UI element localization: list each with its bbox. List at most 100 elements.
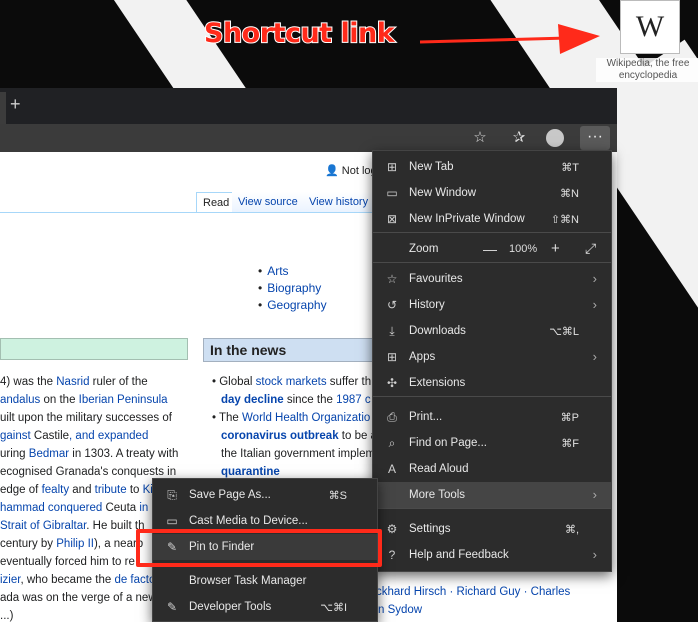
featured-text-line: Strait of Gibraltar. He built th xyxy=(0,520,144,532)
menu-item-label: Read Aloud xyxy=(409,463,469,475)
news-text: suffer th xyxy=(326,376,372,388)
favorites-icon[interactable]: ✰ xyxy=(508,128,530,148)
menu-item-history[interactable]: ↺ History › xyxy=(373,292,611,318)
browser-main-menu: ⊞ New Tab ⌘T ▭ New Window ⌘N ⊠ New InPrivate Wi… xyxy=(372,150,612,572)
article-link[interactable]: Iberian Peninsula xyxy=(79,394,168,406)
article-text: edge of xyxy=(0,484,42,496)
news-link[interactable]: quarantine xyxy=(221,466,280,478)
more-icon[interactable]: ··· xyxy=(580,126,610,150)
zoom-level: 100% xyxy=(509,243,538,255)
menu-item-label: Settings xyxy=(409,523,451,535)
menu-item-downloads[interactable]: ⤓ Downloads ⌥⌘L xyxy=(373,318,611,344)
featured-text-line: izier, who became the de facto xyxy=(0,574,155,586)
news-link[interactable]: 1987 c xyxy=(336,394,371,406)
menu-item-zoom[interactable]: Zoom — 100% + ⤢ xyxy=(373,236,611,262)
portal-link-arts[interactable]: Arts xyxy=(258,264,288,278)
menu-item-label: New Window xyxy=(409,187,477,199)
menu-item-shortcut: ⌘F xyxy=(561,438,579,450)
menu-item-new-tab[interactable]: ⊞ New Tab ⌘T xyxy=(373,154,611,180)
recent-deaths-links-2[interactable]: n Sydow xyxy=(378,604,422,616)
user-icon: 👤 xyxy=(325,165,339,177)
cast-icon: ▭ xyxy=(166,514,178,528)
news-link[interactable]: World Health Organizatio xyxy=(242,412,370,424)
menu-item-more-tools[interactable]: More Tools › xyxy=(373,482,611,508)
featured-article-header xyxy=(0,338,188,360)
submenu-item-save-page-as[interactable]: ⎘ Save Page As... ⌘S xyxy=(153,482,377,508)
news-text-line: coronavirus outbreak to be a xyxy=(221,430,377,442)
article-link[interactable]: hammad conquered xyxy=(0,502,105,514)
find-icon: ⌕ xyxy=(388,436,396,450)
news-link[interactable]: stock markets xyxy=(256,376,327,388)
article-text: in 1303. A treaty with xyxy=(69,448,179,460)
menu-item-favourites[interactable]: ☆ Favourites › xyxy=(373,266,611,292)
wikipedia-shortcut-label[interactable]: Wikipedia, the free encyclopedia xyxy=(596,58,698,82)
article-link[interactable]: tribute xyxy=(95,484,127,496)
profile-icon[interactable] xyxy=(546,129,564,147)
print-icon: ⎙ xyxy=(387,410,397,424)
article-link[interactable]: Nasrid xyxy=(56,376,89,388)
developer-tools-icon: ✎ xyxy=(166,600,178,614)
featured-text-line: edge of fealty and tribute to Kin xyxy=(0,484,159,496)
menu-item-label: Favourites xyxy=(409,273,463,285)
menu-item-shortcut: ⌘, xyxy=(564,524,579,536)
article-link[interactable]: , and expanded xyxy=(69,430,148,442)
chevron-right-icon: › xyxy=(592,349,597,364)
news-link[interactable]: coronavirus outbreak xyxy=(221,430,339,442)
menu-separator xyxy=(373,262,611,263)
menu-item-new-inprivate-window[interactable]: ⊠ New InPrivate Window ⇧⌘N xyxy=(373,206,611,232)
article-link[interactable]: andalus xyxy=(0,394,40,406)
portal-link-biography[interactable]: Biography xyxy=(258,281,321,295)
menu-item-read-aloud[interactable]: A Read Aloud xyxy=(373,456,611,482)
featured-text-line: ada was on the verge of a new xyxy=(0,592,157,604)
menu-item-shortcut: ⌥⌘L xyxy=(549,326,579,338)
read-aloud-icon: A xyxy=(387,462,396,476)
portal-link-geography[interactable]: Geography xyxy=(258,298,326,312)
menu-item-find-on-page[interactable]: ⌕ Find on Page... ⌘F xyxy=(373,430,611,456)
article-link[interactable]: de facto xyxy=(114,574,155,586)
menu-item-label: Print... xyxy=(409,411,443,423)
zoom-out-button[interactable]: — xyxy=(483,241,497,257)
wikipedia-shortcut-icon[interactable]: W xyxy=(620,0,680,54)
menu-item-help-and-feedback[interactable]: ? Help and Feedback › xyxy=(373,542,611,568)
submenu-item-developer-tools[interactable]: ✎ Developer Tools ⌥⌘I xyxy=(153,594,377,620)
menu-item-print[interactable]: ⎙ Print... ⌘P xyxy=(373,404,611,430)
submenu-item-label: Cast Media to Device... xyxy=(189,515,308,527)
news-link[interactable]: day decline xyxy=(221,394,284,406)
menu-item-extensions[interactable]: ✣ Extensions xyxy=(373,370,611,396)
wikipedia-logo-letter: W xyxy=(635,10,665,43)
news-text-line: • The World Health Organizatio xyxy=(212,412,370,424)
menu-item-apps[interactable]: ⊞ Apps › xyxy=(373,344,611,370)
inprivate-icon: ⊠ xyxy=(386,212,398,226)
news-text: since the xyxy=(283,394,337,406)
submenu-item-label: Developer Tools xyxy=(189,601,272,613)
news-text-line: day decline since the 1987 c xyxy=(221,394,371,406)
submenu-item-browser-task-manager[interactable]: Browser Task Manager xyxy=(153,568,377,594)
article-text: ruler of the xyxy=(89,376,148,388)
article-link[interactable]: izier xyxy=(0,574,20,586)
zoom-in-button[interactable]: + xyxy=(551,240,560,257)
article-link[interactable]: fealty xyxy=(42,484,70,496)
menu-item-shortcut: ⌘T xyxy=(561,162,579,174)
save-page-icon: ⎘ xyxy=(167,488,177,502)
tab-view-history[interactable]: View history xyxy=(303,192,375,212)
menu-item-label: New InPrivate Window xyxy=(409,213,525,225)
article-link[interactable]: Philip II xyxy=(56,538,94,550)
tab-read[interactable]: Read xyxy=(196,192,237,213)
recent-deaths-links[interactable]: ckhard Hirsch · Richard Guy · Charles xyxy=(376,586,570,598)
article-text: uilt upon the military successes of xyxy=(0,412,172,424)
fullscreen-icon[interactable]: ⤢ xyxy=(585,240,596,257)
featured-text-line: hammad conquered Ceuta in N xyxy=(0,502,160,514)
article-text: ecognised Granada's conquests in xyxy=(0,466,177,478)
menu-item-settings[interactable]: ⚙ Settings ⌘, xyxy=(373,516,611,542)
annotation-label: Shortcut link xyxy=(203,17,396,50)
tab-view-source[interactable]: View source xyxy=(232,192,304,212)
menu-item-shortcut: ⇧⌘N xyxy=(550,214,579,226)
article-link[interactable]: gainst xyxy=(0,430,34,442)
menu-item-new-window[interactable]: ▭ New Window ⌘N xyxy=(373,180,611,206)
article-link[interactable]: Bedmar xyxy=(29,448,69,460)
article-link[interactable]: Strait of Gibraltar xyxy=(0,520,86,532)
star-icon[interactable]: ☆ xyxy=(469,128,491,148)
article-text: Ceuta xyxy=(105,502,137,514)
new-tab-button[interactable]: + xyxy=(10,94,21,115)
active-tab-edge[interactable] xyxy=(0,92,6,124)
